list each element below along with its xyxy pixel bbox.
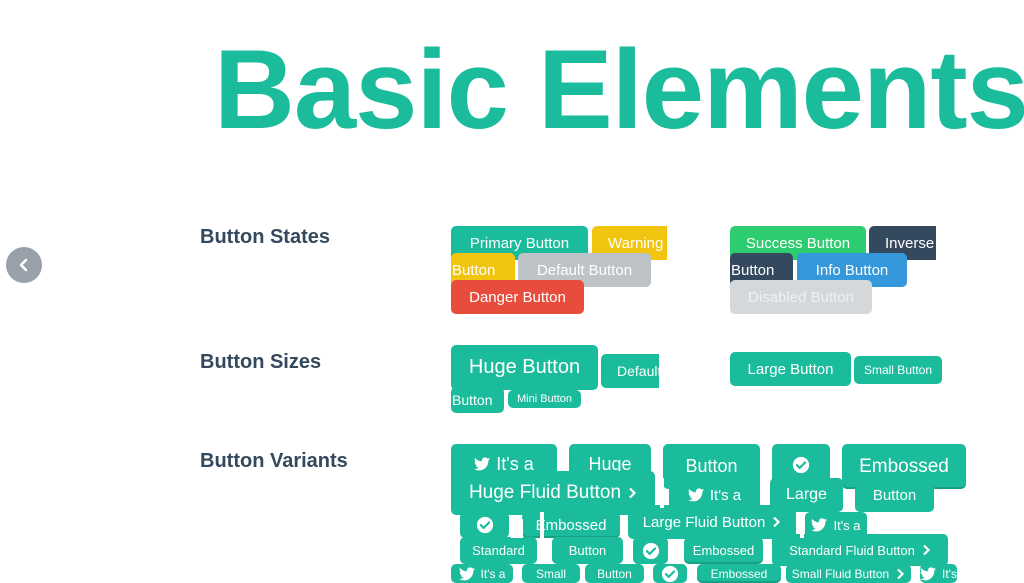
button-label: Warning (608, 234, 664, 252)
button-gap (781, 567, 785, 583)
button-label: Small Fluid Button (791, 566, 890, 581)
huge-fluid-button-button[interactable]: Huge Fluid Button (451, 471, 655, 515)
chevron-left-icon (19, 258, 28, 272)
button-label: Large Button (747, 360, 834, 378)
check-circle-icon (661, 565, 679, 583)
huge-button-button[interactable]: Huge Button (451, 345, 598, 390)
standard-button[interactable]: Standard (460, 537, 537, 564)
button-label: Button (568, 543, 607, 558)
button-gap (623, 540, 631, 564)
chevron-right-icon (771, 516, 781, 528)
button-button[interactable]: Button (585, 564, 644, 583)
button-label: It's (942, 566, 957, 581)
button-label: Default (617, 363, 659, 379)
twitter-icon (458, 566, 475, 581)
button-gap (660, 478, 664, 508)
button-label: Danger Button (469, 288, 566, 306)
button-label: Inverse (885, 234, 935, 252)
check-button[interactable] (633, 537, 668, 564)
large-button-button[interactable]: Large Button (730, 352, 851, 386)
back-button[interactable] (6, 247, 42, 283)
button-label: Huge Button (468, 356, 581, 378)
button-label: Large Fluid Button (642, 513, 766, 531)
chevron-right-icon (895, 568, 905, 580)
button-gap (580, 567, 585, 583)
section-label-button-variants: Button Variants (200, 450, 348, 472)
check-circle-icon (642, 542, 660, 560)
small-fluid-button-button[interactable]: Small Fluid Button (786, 564, 911, 583)
button-button[interactable]: Button (552, 537, 623, 564)
danger-button-button[interactable]: Danger Button (451, 280, 584, 314)
button-label: Embossed (710, 566, 768, 581)
chevron-right-icon (627, 487, 637, 499)
check-button[interactable] (460, 512, 509, 538)
default-button[interactable]: Default (601, 354, 659, 388)
embossed-button[interactable]: Embossed (522, 512, 620, 538)
twitter-icon (920, 566, 937, 581)
button-label: Button (597, 566, 632, 581)
button-gap (537, 544, 547, 564)
button-label: Standard (472, 543, 525, 558)
embossed-button[interactable]: Embossed (684, 537, 763, 564)
check-circle-icon (792, 456, 810, 474)
button-label: Button (872, 486, 917, 504)
mini-button-button[interactable]: Mini Button (508, 390, 581, 408)
it-s-button[interactable]: It's (920, 564, 957, 583)
twitter-icon (811, 518, 828, 532)
button-gap (514, 567, 522, 583)
button-label: It's a (480, 566, 506, 581)
button-gap (912, 567, 918, 583)
standard-fluid-button-button[interactable]: Standard Fluid Button (772, 534, 948, 566)
button-button[interactable]: Button (855, 478, 934, 512)
twitter-icon (474, 457, 491, 471)
button-gap (765, 540, 769, 564)
button-label: Success Button (745, 234, 851, 252)
button-label: Small Button (863, 363, 933, 377)
section-label-button-sizes: Button Sizes (200, 351, 322, 373)
large-fluid-button-button[interactable]: Large Fluid Button (628, 505, 796, 539)
disabled-button-button[interactable]: Disabled Button (730, 280, 872, 314)
button-gap (668, 540, 682, 564)
button-label: Standard Fluid Button (789, 542, 915, 558)
button-label: Mini Button (516, 393, 573, 405)
button-label: Embossed (859, 455, 949, 477)
embossed-button[interactable]: Embossed (697, 564, 781, 583)
button-label: Small (535, 566, 566, 581)
button-label: Primary Button (469, 234, 570, 252)
button-label: Embossed (535, 516, 607, 534)
button-label: Button (731, 261, 775, 279)
check-button[interactable] (653, 564, 687, 583)
it-s-a-button[interactable]: It's a (451, 564, 513, 583)
button-gap (800, 512, 804, 538)
section-label-button-states: Button States (200, 226, 330, 248)
button-label: Info Button (815, 261, 889, 279)
button-button[interactable]: Button (451, 387, 504, 413)
chevron-right-icon (921, 544, 931, 556)
small-button[interactable]: Small (522, 564, 580, 583)
button-label: Large (786, 486, 827, 503)
button-label: Button (452, 261, 496, 279)
check-circle-icon (476, 516, 494, 534)
button-label: It's a (709, 486, 742, 504)
button-gap (644, 567, 653, 583)
button-label: It's a (833, 517, 861, 533)
twitter-icon (687, 488, 704, 502)
button-gap (540, 512, 544, 538)
button-label: Button (452, 392, 493, 408)
page-title: Basic Elements (214, 27, 1024, 152)
button-label: Disabled Button (748, 288, 854, 306)
button-label: Button (685, 456, 738, 476)
button-gap (511, 519, 523, 538)
button-label: Embossed (692, 543, 755, 558)
button-label: Huge Fluid Button (468, 482, 622, 503)
small-button-button[interactable]: Small Button (854, 356, 942, 384)
button-label: Default Button (536, 261, 633, 279)
button-gap (688, 567, 697, 583)
